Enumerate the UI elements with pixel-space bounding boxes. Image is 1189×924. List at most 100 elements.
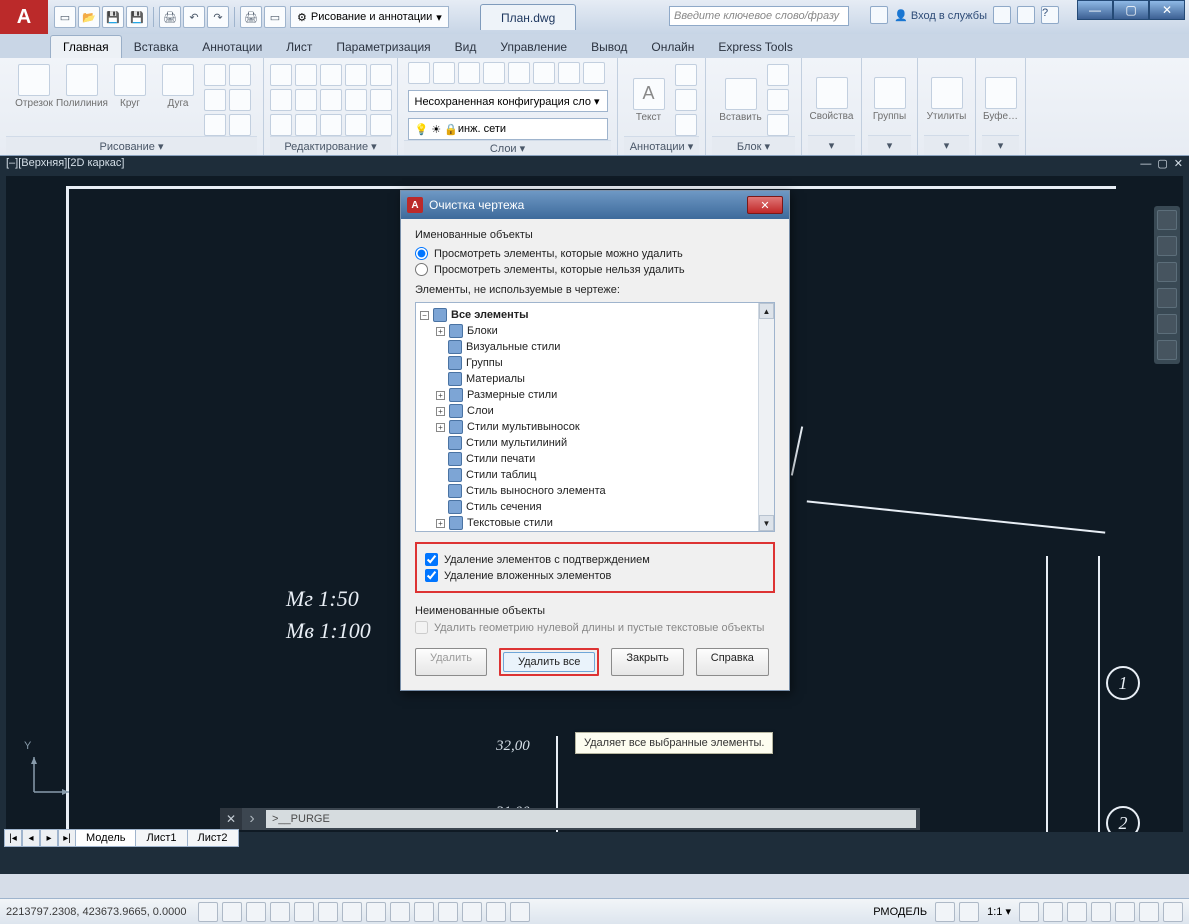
ellipse-icon[interactable] (204, 89, 226, 111)
tab-prev[interactable]: ◂ (22, 829, 40, 847)
polygon-icon[interactable] (204, 114, 226, 136)
layer-iso-icon[interactable] (458, 62, 480, 84)
create-block-icon[interactable] (767, 64, 789, 86)
tree-item[interactable]: Стили мультивыносок (467, 421, 580, 433)
tree-item[interactable]: Стили мультилиний (466, 437, 567, 449)
tab-sheet2[interactable]: Лист2 (188, 829, 239, 847)
new-icon[interactable]: ▭ (54, 6, 76, 28)
array-icon[interactable] (320, 114, 342, 136)
purge-all-button[interactable]: Удалить все (503, 652, 595, 672)
tab-model[interactable]: Модель (76, 829, 136, 847)
scroll-up[interactable]: ▲ (759, 303, 774, 319)
tree-root[interactable]: Все элементы (451, 309, 529, 321)
qp-toggle[interactable] (462, 902, 482, 922)
checkbox-confirm[interactable]: Удаление элементов с подтверждением (425, 553, 765, 566)
tab-output[interactable]: Вывод (579, 36, 639, 58)
signin-link[interactable]: 👤 Вход в службы (894, 9, 987, 22)
tool-polyline[interactable]: Полилиния (60, 62, 104, 109)
help-button[interactable]: Справка (696, 648, 769, 676)
snap-toggle[interactable] (198, 902, 218, 922)
fillet-icon[interactable] (320, 89, 342, 111)
tree-item[interactable]: Блоки (467, 325, 498, 337)
dialog-titlebar[interactable]: A Очистка чертежа ✕ (401, 191, 789, 219)
close-button[interactable]: ✕ (1149, 0, 1185, 20)
panel-label-layers[interactable]: Слои ▾ (404, 140, 611, 155)
radio-nonpurgeable-input[interactable] (415, 263, 428, 276)
document-tab[interactable]: План.dwg (480, 4, 576, 30)
tab-insert[interactable]: Вставка (122, 36, 191, 58)
tree-item[interactable]: Стили таблиц (466, 469, 536, 481)
tool-insert[interactable]: Вставить (719, 76, 763, 123)
layer-lock-icon[interactable] (533, 62, 555, 84)
quickview-drawings[interactable] (959, 902, 979, 922)
anno-scale[interactable]: 1:1 ▾ (983, 905, 1015, 918)
workspace-switch[interactable] (1067, 902, 1087, 922)
sc-toggle[interactable] (486, 902, 506, 922)
expand-icon[interactable]: + (436, 519, 445, 528)
tree-item[interactable]: Стиль сечения (466, 501, 542, 513)
zoom-icon[interactable] (1157, 262, 1177, 282)
vp-close[interactable]: ✕ (1174, 158, 1183, 170)
tool-arc[interactable]: Дуга (156, 62, 200, 109)
isolate-objects[interactable] (1139, 902, 1159, 922)
save-icon[interactable]: 💾 (102, 6, 124, 28)
expand-icon[interactable]: + (436, 407, 445, 416)
quickview-layouts[interactable] (935, 902, 955, 922)
cmdline-history-icon[interactable]: › (242, 810, 262, 828)
radio-nonpurgeable[interactable]: Просмотреть элементы, которые нельзя уда… (415, 263, 775, 276)
panel-label-annot[interactable]: Аннотации ▾ (624, 136, 699, 155)
tool-text[interactable]: AТекст (627, 76, 671, 123)
command-input[interactable]: >_ _PURGE (266, 810, 916, 828)
search-input[interactable]: Введите ключевое слово/фразу (669, 6, 849, 26)
tool-utils[interactable]: Утилиты (925, 75, 969, 122)
checkbox-confirm-input[interactable] (425, 553, 438, 566)
move-icon[interactable] (270, 64, 292, 86)
cmdline-close[interactable]: ✕ (220, 808, 242, 830)
tab-parametric[interactable]: Параметризация (324, 36, 442, 58)
showmotion-icon[interactable] (1157, 314, 1177, 334)
layer-prev-icon[interactable] (583, 62, 605, 84)
tree-item[interactable]: Размерные стили (467, 389, 557, 401)
grid-toggle[interactable] (222, 902, 242, 922)
rect-icon[interactable] (204, 64, 226, 86)
spline-icon[interactable] (229, 64, 251, 86)
layer-state-icon[interactable] (433, 62, 455, 84)
extend-icon[interactable] (345, 64, 367, 86)
checkbox-nested-input[interactable] (425, 569, 438, 582)
chamfer-icon[interactable] (345, 89, 367, 111)
tab-next[interactable]: ▸ (40, 829, 58, 847)
attr-icon[interactable] (767, 114, 789, 136)
preview-icon[interactable]: ▭ (264, 6, 286, 28)
table-icon[interactable] (675, 114, 697, 136)
am-toggle[interactable] (510, 902, 530, 922)
trim-icon[interactable] (320, 64, 342, 86)
tool-circle[interactable]: Круг (108, 62, 152, 109)
tool-line[interactable]: Отрезок (12, 62, 56, 109)
point-icon[interactable] (229, 114, 251, 136)
tab-first[interactable]: |◂ (4, 829, 22, 847)
dim-icon[interactable] (675, 64, 697, 86)
minimize-button[interactable]: — (1077, 0, 1113, 20)
polar-toggle[interactable] (270, 902, 290, 922)
vp-restore[interactable]: ▢ (1157, 158, 1167, 170)
hatch-icon[interactable] (229, 89, 251, 111)
plot-icon[interactable]: 🖨 (159, 6, 181, 28)
erase-icon[interactable] (370, 64, 392, 86)
offset-icon[interactable] (345, 114, 367, 136)
open-icon[interactable]: 📂 (78, 6, 100, 28)
tab-view[interactable]: Вид (443, 36, 489, 58)
tool-properties[interactable]: Свойства (810, 75, 854, 122)
panel-label-clip[interactable]: ▾ (982, 135, 1019, 155)
tree-item[interactable]: Стиль выносного элемента (466, 485, 606, 497)
osnap3d-toggle[interactable] (318, 902, 338, 922)
tab-manage[interactable]: Управление (488, 36, 579, 58)
tab-express[interactable]: Express Tools (706, 36, 804, 58)
hardware-accel[interactable] (1115, 902, 1135, 922)
edit-block-icon[interactable] (767, 89, 789, 111)
pan-icon[interactable] (1157, 236, 1177, 256)
tpy-toggle[interactable] (438, 902, 458, 922)
tree-scrollbar[interactable]: ▲▼ (758, 303, 774, 531)
undo-icon[interactable]: ↶ (183, 6, 205, 28)
radio-purgeable[interactable]: Просмотреть элементы, которые можно удал… (415, 247, 775, 260)
panel-label-edit[interactable]: Редактирование ▾ (270, 136, 391, 155)
